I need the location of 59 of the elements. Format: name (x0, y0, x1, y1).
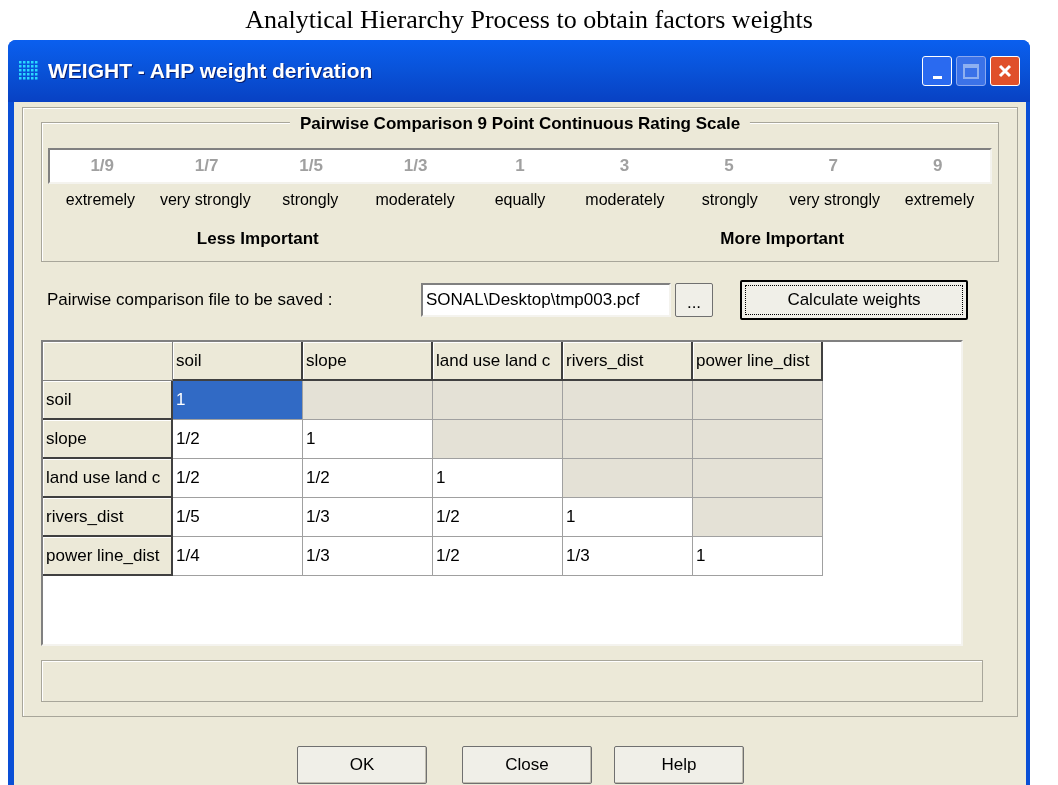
table-cell[interactable]: 1 (173, 381, 303, 420)
scale-value: 9 (932, 155, 944, 178)
table-cell[interactable]: 1 (693, 537, 823, 576)
table-cell[interactable]: 1/4 (173, 537, 303, 576)
row-header[interactable]: rivers_dist (43, 498, 173, 537)
app-icon (18, 60, 40, 82)
table-cell[interactable]: 1 (563, 498, 693, 537)
table-cell[interactable]: 1/2 (433, 537, 563, 576)
close-icon (997, 63, 1013, 79)
dialog-button[interactable]: Help (614, 746, 744, 784)
scale-value: 1/9 (89, 155, 116, 178)
table-cell[interactable]: 1/3 (563, 537, 693, 576)
row-header[interactable]: slope (43, 420, 173, 459)
scale-value: 1 (514, 155, 526, 178)
table-cell[interactable]: 1/3 (303, 537, 433, 576)
less-important-label: Less Important (195, 228, 320, 250)
file-path-field[interactable]: SONAL\Desktop\tmp003.pcf (421, 283, 671, 317)
row-header[interactable]: power line_dist (43, 537, 173, 576)
scale-label: moderately (584, 190, 666, 210)
dialog-button[interactable]: OK (297, 746, 427, 784)
row-header[interactable]: land use land c (43, 459, 173, 498)
column-header[interactable]: power line_dist (693, 342, 823, 381)
table-cell[interactable]: 1 (433, 459, 563, 498)
row-header[interactable]: soil (43, 381, 173, 420)
scale-label: extremely (64, 190, 137, 210)
file-label: Pairwise comparison file to be saved : (47, 289, 334, 312)
window-title: WEIGHT - AHP weight derivation (48, 58, 373, 85)
column-header[interactable]: land use land c (433, 342, 563, 381)
scale-value: 1/7 (193, 155, 220, 178)
close-button[interactable] (990, 56, 1020, 86)
browse-button[interactable]: ... (675, 283, 713, 317)
table-cell[interactable]: 1 (303, 420, 433, 459)
column-header[interactable]: slope (303, 342, 433, 381)
scale-value: 1/5 (298, 155, 324, 178)
maximize-button[interactable] (956, 56, 986, 86)
table-cell[interactable]: 1/2 (173, 459, 303, 498)
scale-label: strongly (700, 190, 759, 210)
figure-caption: Analytical Hierarchy Process to obtain factors weights (244, 4, 814, 36)
more-important-label: More Important (719, 228, 846, 250)
table-cell[interactable]: 1/2 (433, 498, 563, 537)
scale-label: very strongly (158, 190, 252, 210)
scale-label: equally (493, 190, 547, 210)
scale-value: 5 (723, 155, 735, 178)
minimize-button[interactable] (922, 56, 952, 86)
scale-value: 7 (827, 155, 840, 178)
table-cell[interactable]: 1/3 (303, 498, 433, 537)
scale-label: extremely (903, 190, 976, 210)
scale-label: very strongly (788, 190, 881, 210)
calculate-weights-button[interactable]: Calculate weights (740, 280, 968, 320)
column-header[interactable]: rivers_dist (563, 342, 693, 381)
scale-value: 1/3 (402, 155, 429, 178)
column-header[interactable]: soil (173, 342, 303, 381)
scale-label: moderately (374, 190, 456, 210)
table-cell[interactable]: 1/2 (173, 420, 303, 459)
scale-label: strongly (281, 190, 340, 210)
table-cell[interactable]: 1/2 (303, 459, 433, 498)
scale-value: 3 (618, 155, 631, 178)
dialog-button[interactable]: Close (462, 746, 592, 784)
table-cell[interactable]: 1/5 (173, 498, 303, 537)
